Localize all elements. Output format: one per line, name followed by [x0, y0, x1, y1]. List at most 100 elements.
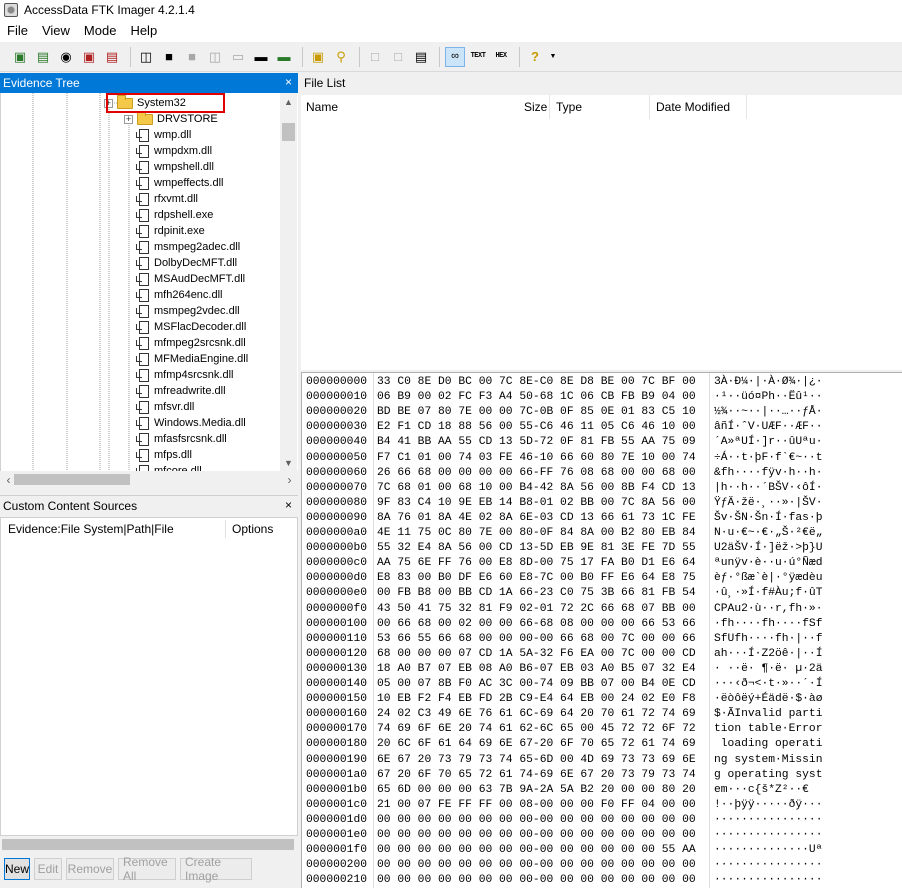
hex-row[interactable]: 000000040 B4 41 BB AA 55 CD 13 5D-72 0F 8…: [302, 435, 902, 450]
column-evidence[interactable]: Evidence:File System|Path|File: [8, 522, 174, 536]
memory-capture-button[interactable]: ▬: [274, 47, 294, 67]
hex-row[interactable]: 000000000 33 C0 8E D0 BC 00 7C 8E-C0 8E D…: [302, 375, 902, 390]
hex-row[interactable]: 0000001b0 65 6D 00 00 00 63 7B 9A-2A 5A B…: [302, 783, 902, 798]
tree-file-item[interactable]: MFMediaEngine.dll: [136, 351, 248, 367]
menu-file[interactable]: File: [0, 20, 35, 42]
export-files-button[interactable]: □: [365, 47, 385, 67]
close-icon[interactable]: ×: [285, 498, 292, 512]
custom-content-list[interactable]: Evidence:File System|Path|File Options: [0, 517, 298, 836]
hex-row[interactable]: 000000110 53 66 55 66 68 00 00 00-00 66 6…: [302, 632, 902, 647]
export-logical-image-button[interactable]: ■: [182, 47, 202, 67]
tree-file-item[interactable]: Windows.Media.dll: [136, 415, 246, 431]
hex-row[interactable]: 0000001e0 00 00 00 00 00 00 00 00-00 00 0…: [302, 828, 902, 843]
text-view-button[interactable]: TEXT: [468, 47, 488, 67]
auto-view-button[interactable]: ∞: [445, 46, 465, 67]
hex-row[interactable]: 000000010 06 B9 00 02 FC F3 A4 50-68 1C 0…: [302, 390, 902, 405]
hex-row[interactable]: 000000030 E2 F1 CD 18 88 56 00 55-C6 46 1…: [302, 420, 902, 435]
column-date-modified[interactable]: Date Modified: [656, 100, 730, 114]
evidence-tree-vertical-scrollbar[interactable]: ▲ ▼: [280, 93, 297, 471]
create-disk-image-button[interactable]: ◫: [136, 47, 156, 67]
create-custom-content-image-button[interactable]: ▭: [228, 47, 248, 67]
tree-file-item[interactable]: mfh264enc.dll: [136, 287, 223, 303]
file-list[interactable]: Name Size Type Date Modified: [301, 95, 902, 370]
add-evidence-item-button[interactable]: ▣: [10, 47, 30, 67]
create-image-button[interactable]: Create Image: [180, 855, 252, 883]
tree-file-item[interactable]: wmpshell.dll: [136, 159, 214, 175]
hex-row[interactable]: 000000060 26 66 68 00 00 00 00 66-FF 76 0…: [302, 466, 902, 481]
hex-row[interactable]: 0000001a0 67 20 6F 70 65 72 61 74-69 6E 6…: [302, 768, 902, 783]
scroll-thumb[interactable]: [282, 123, 295, 141]
capture-memory-button[interactable]: ⚲: [331, 47, 351, 67]
hex-row[interactable]: 0000000c0 AA 75 6E FF 76 00 E8 8D-00 75 1…: [302, 556, 902, 571]
remove-evidence-item-button[interactable]: ▣: [79, 47, 99, 67]
tree-file-item[interactable]: mfmpeg2srcsnk.dll: [136, 335, 246, 351]
hex-row[interactable]: 0000000f0 43 50 41 75 32 81 F9 02-01 72 2…: [302, 602, 902, 617]
hex-row[interactable]: 0000001f0 00 00 00 00 00 00 00 00-00 00 0…: [302, 843, 902, 858]
evidence-tree[interactable]: + System32 + DRVSTORE wmp.dll wmpdxm.dll w…: [0, 93, 298, 471]
hex-row[interactable]: 000000210 00 00 00 00 00 00 00 00-00 00 0…: [302, 873, 902, 888]
scroll-thumb[interactable]: [14, 474, 130, 485]
hex-row[interactable]: 000000200 00 00 00 00 00 00 00 00-00 00 0…: [302, 858, 902, 873]
menu-mode[interactable]: Mode: [77, 20, 124, 42]
tree-folder-system32[interactable]: + System32: [104, 94, 186, 111]
hex-row[interactable]: 000000190 6E 67 20 73 79 73 74 65-6D 00 4…: [302, 753, 902, 768]
remove-button[interactable]: Remove: [66, 858, 114, 880]
hex-row[interactable]: 000000070 7C 68 01 00 68 10 00 B4-42 8A 5…: [302, 481, 902, 496]
remove-all-evidence-button[interactable]: ▤: [102, 47, 122, 67]
decrypt-button[interactable]: ▬: [251, 47, 271, 67]
tree-file-item[interactable]: MSFlacDecoder.dll: [136, 319, 246, 335]
scroll-up-icon[interactable]: ▲: [280, 93, 297, 110]
tree-file-item[interactable]: wmpeffects.dll: [136, 175, 224, 191]
hex-row[interactable]: 000000180 20 6C 6F 61 64 69 6E 67-20 6F 7…: [302, 737, 902, 752]
export-directory-listing-button[interactable]: ▤: [411, 47, 431, 67]
hex-viewer[interactable]: 000000000 33 C0 8E D0 BC 00 7C 8E-C0 8E D…: [301, 372, 902, 888]
hex-row[interactable]: 000000020 BD BE 07 80 7E 00 00 7C-0B 0F 8…: [302, 405, 902, 420]
hex-row[interactable]: 000000100 00 66 68 00 02 00 00 66-68 08 0…: [302, 617, 902, 632]
tree-folder-drvstore[interactable]: + DRVSTORE: [124, 110, 218, 127]
image-mounting-button[interactable]: ◉: [56, 47, 76, 67]
column-type[interactable]: Type: [556, 100, 582, 114]
help-button[interactable]: ?: [525, 47, 545, 67]
hex-row[interactable]: 0000001d0 00 00 00 00 00 00 00 00-00 00 0…: [302, 813, 902, 828]
custom-content-horizontal-scrollbar[interactable]: [0, 836, 298, 853]
tree-file-item[interactable]: mfps.dll: [136, 447, 192, 463]
evidence-tree-horizontal-scrollbar[interactable]: ‹ ›: [0, 471, 298, 488]
hex-row[interactable]: 0000000d0 E8 83 00 B0 DF E6 60 E8-7C 00 B…: [302, 571, 902, 586]
scroll-thumb[interactable]: [2, 839, 294, 850]
export-hash-list-button[interactable]: □: [388, 47, 408, 67]
hex-row[interactable]: 000000080 9F 83 C4 10 9E EB 14 B8-01 02 B…: [302, 496, 902, 511]
scroll-right-icon[interactable]: ›: [281, 471, 298, 488]
tree-file-item[interactable]: DolbyDecMFT.dll: [136, 255, 237, 271]
hex-row[interactable]: 000000090 8A 76 01 8A 4E 02 8A 6E-03 CD 1…: [302, 511, 902, 526]
hex-row[interactable]: 000000170 74 69 6F 6E 20 74 61 62-6C 65 0…: [302, 722, 902, 737]
tree-file-item[interactable]: rfxvmt.dll: [136, 191, 198, 207]
add-all-devices-button[interactable]: ▤: [33, 47, 53, 67]
export-disk-image-button[interactable]: ■: [159, 47, 179, 67]
column-name[interactable]: Name: [306, 100, 338, 114]
hex-row[interactable]: 000000050 F7 C1 01 00 74 03 FE 46-10 66 6…: [302, 451, 902, 466]
tree-file-item[interactable]: msmpeg2adec.dll: [136, 239, 240, 255]
hex-row[interactable]: 0000001c0 21 00 07 FE FF FF 00 08-00 00 0…: [302, 798, 902, 813]
column-options[interactable]: Options: [232, 522, 273, 536]
tree-file-item[interactable]: mfcore.dll: [136, 463, 202, 471]
hex-row[interactable]: 000000150 10 EB F2 F4 EB FD 2B C9-E4 64 E…: [302, 692, 902, 707]
hex-row[interactable]: 0000000e0 00 FB B8 00 BB CD 1A 66-23 C0 7…: [302, 586, 902, 601]
expand-icon[interactable]: +: [104, 98, 113, 108]
new-button[interactable]: New: [4, 858, 30, 880]
tree-file-item[interactable]: mfreadwrite.dll: [136, 383, 226, 399]
tree-file-item[interactable]: rdpinit.exe: [136, 223, 205, 239]
scroll-down-icon[interactable]: ▼: [280, 454, 297, 471]
tree-file-item[interactable]: rdpshell.exe: [136, 207, 213, 223]
remove-all-button[interactable]: Remove All: [118, 855, 176, 883]
tree-file-item[interactable]: MSAudDecMFT.dll: [136, 271, 245, 287]
hex-row[interactable]: 000000160 24 02 C3 49 6E 76 61 6C-69 64 2…: [302, 707, 902, 722]
tree-file-item[interactable]: mfmp4srcsnk.dll: [136, 367, 233, 383]
tree-file-item[interactable]: mfasfsrcsnk.dll: [136, 431, 227, 447]
hex-row[interactable]: 0000000a0 4E 11 75 0C 80 7E 00 80-0F 84 8…: [302, 526, 902, 541]
expand-icon[interactable]: +: [124, 114, 133, 124]
add-to-custom-content-button[interactable]: ◫: [205, 47, 225, 67]
menu-help[interactable]: Help: [123, 20, 164, 42]
tree-file-item[interactable]: wmp.dll: [136, 127, 191, 143]
toolbar-overflow-button[interactable]: ▼: [548, 47, 558, 67]
hex-view-button[interactable]: HEX: [491, 47, 511, 67]
